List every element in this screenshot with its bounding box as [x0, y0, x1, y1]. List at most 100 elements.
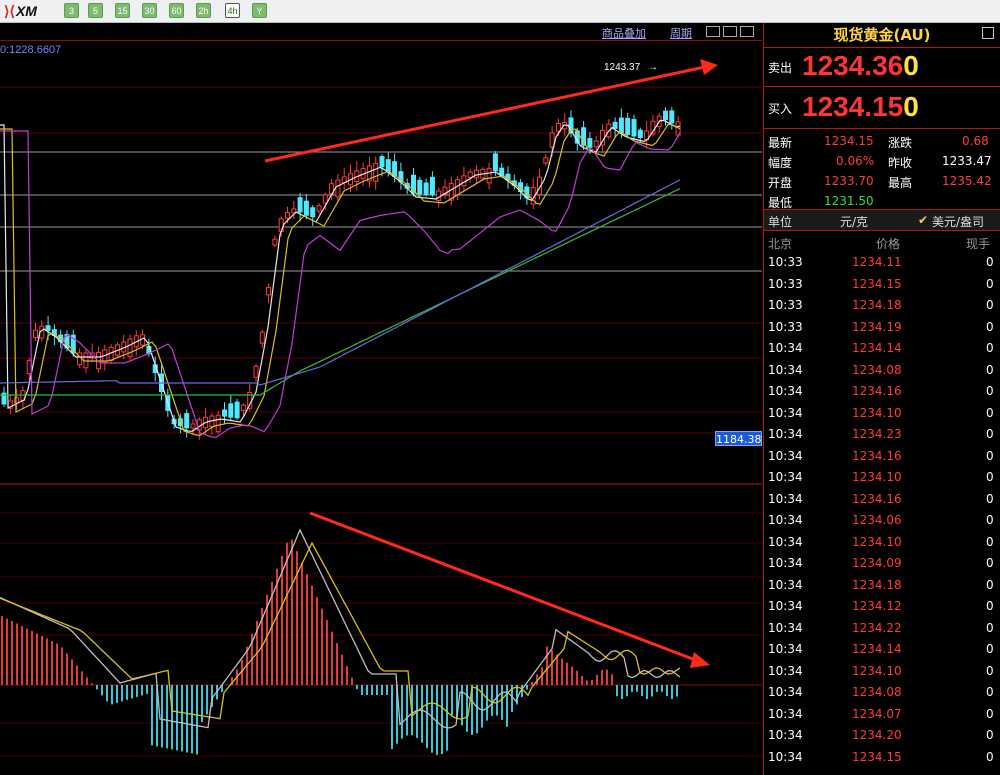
- tick-volume: 0: [986, 276, 994, 291]
- stat-value-change: 0.68: [962, 134, 989, 148]
- tick-time: 10:33: [768, 255, 803, 269]
- tick-time: 10:34: [768, 341, 803, 355]
- tick-volume: 0: [986, 599, 994, 613]
- tick-price: 1234.16: [852, 448, 902, 463]
- tick-volume: 0: [986, 728, 994, 742]
- xm-logo-mark: ⟩⟨: [4, 2, 15, 19]
- header-price: 价格: [876, 237, 901, 251]
- tick-volume: 0: [986, 298, 994, 312]
- tick-volume: 0: [986, 470, 994, 484]
- stat-value-high: 1235.42: [942, 174, 992, 188]
- stat-label-latest: 最新: [768, 136, 793, 150]
- tick-row: 10:33 1234.19 0: [764, 318, 1000, 340]
- timeframe-button-4h[interactable]: 4h: [225, 3, 240, 18]
- price-axis-tag: 1184.38: [715, 431, 762, 446]
- timeframe-button-3[interactable]: 3: [64, 3, 79, 18]
- tick-price: 1234.10: [852, 470, 902, 484]
- unit-option-usd[interactable]: 美元/盎司: [932, 213, 984, 230]
- kline-chart[interactable]: 商品叠加 周期 0:1228.6607 1243.37 → 1184.38: [0, 23, 762, 775]
- sell-price: 1234.360: [802, 50, 919, 82]
- tick-volume: 0: [986, 405, 994, 420]
- timeframe-button-5[interactable]: 5: [88, 3, 103, 18]
- moving-average-lines: [0, 119, 681, 438]
- sell-row: 卖出 1234.360: [764, 48, 1000, 87]
- tick-table-header: 北京 价格 现手: [764, 231, 1000, 253]
- stat-label-high: 最高: [888, 176, 913, 190]
- sell-label: 卖出: [768, 61, 793, 75]
- tick-time: 10:34: [768, 577, 803, 592]
- tick-time: 10:34: [768, 470, 803, 484]
- tick-row: 10:34 1234.09 0: [764, 554, 1000, 576]
- tick-price: 1234.12: [852, 599, 902, 613]
- timeframe-button-2h[interactable]: 2h: [196, 3, 211, 18]
- tick-price: 1234.15: [852, 749, 902, 764]
- tick-time: 10:33: [768, 319, 803, 334]
- tick-price: 1234.18: [852, 577, 902, 592]
- tick-row: 10:34 1234.08 0: [764, 361, 1000, 383]
- tick-time: 10:33: [768, 298, 803, 312]
- xm-logo: ⟩⟨ XM: [4, 2, 37, 20]
- tick-volume: 0: [986, 362, 994, 377]
- tick-row: 10:34 1234.16 0: [764, 490, 1000, 512]
- tick-row: 10:34 1234.10 0: [764, 533, 1000, 555]
- tick-price: 1234.15: [852, 276, 902, 291]
- tick-volume: 0: [986, 685, 994, 699]
- tick-price: 1234.11: [852, 255, 902, 269]
- tick-row: 10:34 1234.23 0: [764, 425, 1000, 447]
- instrument-name: 现货黄金(AU): [833, 26, 931, 44]
- tick-time: 10:34: [768, 448, 803, 463]
- timeframe-button-60[interactable]: 60: [169, 3, 184, 18]
- high-marker-arrow: →: [648, 62, 658, 73]
- unit-row: 单位 元/克 ✔ 美元/盎司: [764, 210, 1000, 231]
- tick-row: 10:34 1234.15 0: [764, 748, 1000, 770]
- tick-time: 10:33: [768, 276, 803, 291]
- stat-value-open: 1233.70: [824, 174, 874, 188]
- tick-price: 1234.16: [852, 491, 902, 506]
- stat-value-low: 1231.50: [824, 194, 874, 208]
- timeframe-button-30[interactable]: 30: [142, 3, 157, 18]
- tick-price: 1234.14: [852, 341, 902, 355]
- tick-price: 1234.18: [852, 298, 902, 312]
- tick-time: 10:34: [768, 749, 803, 764]
- tick-price: 1234.16: [852, 384, 902, 398]
- tick-price: 1234.14: [852, 642, 902, 656]
- trend-arrow-down: [309, 511, 710, 668]
- tick-volume: 0: [986, 706, 994, 721]
- tick-price: 1234.10: [852, 663, 902, 678]
- trend-arrow-up: [264, 59, 718, 163]
- buy-price: 1234.150: [802, 91, 919, 123]
- buy-price-digit: 0: [903, 91, 919, 122]
- sell-price-digit: 0: [903, 50, 919, 81]
- unit-label: 单位: [768, 215, 793, 229]
- buy-price-main: 1234.15: [802, 91, 904, 122]
- check-icon[interactable]: ✔: [918, 213, 928, 227]
- tick-time: 10:34: [768, 620, 803, 635]
- stat-label-open: 开盘: [768, 176, 793, 190]
- timeframe-button-y[interactable]: Y: [252, 3, 267, 18]
- tick-row: 10:34 1234.10 0: [764, 468, 1000, 490]
- tick-time: 10:34: [768, 556, 803, 570]
- tick-row: 10:34 1234.18 0: [764, 576, 1000, 598]
- panel-toggle-icon[interactable]: [982, 27, 994, 39]
- stat-value-latest: 1234.15: [824, 134, 874, 148]
- tick-time: 10:34: [768, 599, 803, 613]
- tick-volume: 0: [986, 427, 994, 441]
- tick-row: 10:34 1234.12 0: [764, 597, 1000, 619]
- quote-stats: 最新 1234.15 涨跌 0.68 幅度 0.06% 昨收 1233.47 开…: [764, 129, 1000, 210]
- tick-volume: 0: [986, 255, 994, 269]
- tick-volume: 0: [986, 577, 994, 592]
- tick-row: 10:34 1234.10 0: [764, 662, 1000, 684]
- candlesticks: [1, 107, 681, 440]
- tick-time: 10:34: [768, 427, 803, 441]
- tick-volume: 0: [986, 448, 994, 463]
- timeframe-button-15[interactable]: 15: [115, 3, 130, 18]
- tick-time: 10:34: [768, 663, 803, 678]
- high-marker-label: 1243.37: [604, 62, 641, 73]
- tick-price: 1234.08: [852, 685, 902, 699]
- tick-time: 10:34: [768, 728, 803, 742]
- tick-row: 10:34 1234.14 0: [764, 640, 1000, 662]
- tick-time: 10:34: [768, 405, 803, 420]
- tick-row: 10:34 1234.16 0: [764, 447, 1000, 469]
- tick-volume: 0: [986, 749, 994, 764]
- quote-panel: 现货黄金(AU) 卖出 1234.360 买入 1234.150 最新 1234…: [763, 23, 1000, 775]
